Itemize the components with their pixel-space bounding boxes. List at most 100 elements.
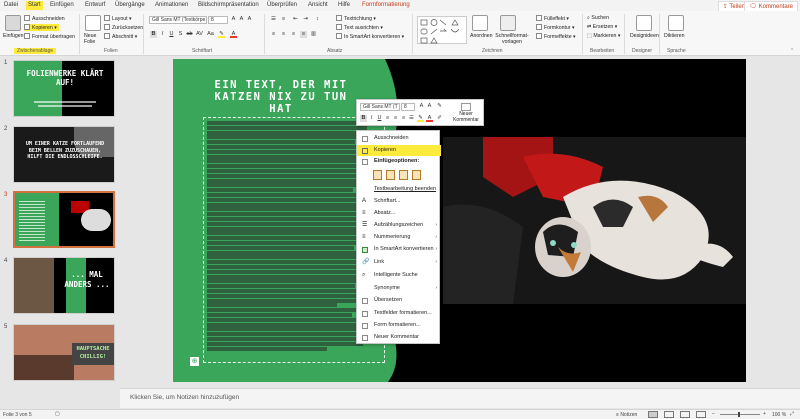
tab-review[interactable]: Überprüfen xyxy=(267,2,297,8)
mini-font-size-field[interactable]: 8 xyxy=(401,103,415,111)
tab-home[interactable]: Start xyxy=(26,1,43,10)
zoom-slider[interactable] xyxy=(720,414,760,415)
spellcheck-icon[interactable]: ▢ xyxy=(55,411,60,417)
decrease-indent-icon[interactable]: ⇤ xyxy=(292,16,299,23)
menu-format-shape[interactable]: Form formatieren... xyxy=(357,320,441,331)
shrink-font-icon[interactable]: A xyxy=(238,16,245,23)
menu-numbering[interactable]: ≡ Nummerierung › xyxy=(357,232,441,243)
menu-smart-lookup[interactable]: ⌕ Intelligente Suche xyxy=(357,270,441,281)
menu-synonyms[interactable]: Synonyme › xyxy=(357,283,441,294)
zoom-out-icon[interactable]: – xyxy=(712,411,715,417)
copy-button[interactable]: Kopieren ▾ xyxy=(24,24,59,31)
tab-design[interactable]: Entwurf xyxy=(85,2,105,8)
menu-bullets[interactable]: ☰ Aufzählungszeichen › xyxy=(357,220,441,231)
slide-sorter-icon[interactable] xyxy=(664,411,674,418)
format-painter-button[interactable]: Format übertragen xyxy=(24,33,75,40)
notes-placeholder[interactable]: Klicken Sie, um Notizen hinzuzufügen xyxy=(130,394,239,401)
spacing-icon[interactable]: AV xyxy=(196,31,203,38)
align-left-icon[interactable]: ≡ xyxy=(270,31,277,38)
collapse-ribbon-icon[interactable]: ⌃ xyxy=(790,48,794,54)
microphone-icon[interactable] xyxy=(668,15,684,31)
menu-link[interactable]: 🔗 Link › xyxy=(357,257,441,268)
zoom-in-icon[interactable]: + xyxy=(763,411,766,417)
menu-format-textbox[interactable]: Textfelder formatieren... xyxy=(357,308,441,319)
effects-button[interactable]: Formeffekte ▾ xyxy=(536,33,576,40)
notes-pane[interactable]: Klicken Sie, um Notizen hinzuzufügen xyxy=(120,388,800,408)
align-right-icon[interactable]: ≡ xyxy=(290,31,297,38)
menu-font[interactable]: A Schriftart... xyxy=(357,196,441,207)
cat-photo[interactable] xyxy=(443,137,746,304)
menu-paragraph[interactable]: ≡ Absatz... xyxy=(357,208,441,219)
slide-thumbnail-3[interactable] xyxy=(13,191,115,248)
mini-align-right-icon[interactable]: ≡ xyxy=(400,115,407,122)
paste-icon[interactable] xyxy=(5,15,21,31)
reading-view-icon[interactable] xyxy=(680,411,690,418)
menu-copy[interactable]: Kopieren xyxy=(357,145,441,156)
highlight-icon[interactable]: ✎ xyxy=(218,31,225,38)
increase-indent-icon[interactable]: ⇥ xyxy=(302,16,309,23)
dictate-button[interactable]: Diktieren xyxy=(664,33,684,39)
italic-icon[interactable]: I xyxy=(159,31,166,38)
mini-bullets-icon[interactable]: ☰ xyxy=(408,115,415,122)
tab-file[interactable]: Datei xyxy=(4,2,18,8)
quick-styles-button[interactable]: Schnellformat-vorlagen xyxy=(492,33,532,45)
tab-animations[interactable]: Animationen xyxy=(155,2,188,8)
notes-toggle[interactable]: ≡ Notizen xyxy=(616,412,637,418)
align-text-button[interactable]: Text ausrichten ▾ xyxy=(336,24,383,31)
paste-text-only-icon[interactable] xyxy=(412,170,421,180)
underline-icon[interactable]: U xyxy=(168,31,175,38)
tab-shape-format[interactable]: Formformatierung xyxy=(362,2,410,8)
tab-help[interactable]: Hilfe xyxy=(338,2,350,8)
mini-font-color-icon[interactable]: A xyxy=(426,115,433,122)
text-direction-button[interactable]: Textrichtung ▾ xyxy=(336,15,376,22)
mini-align-center-icon[interactable]: ≡ xyxy=(392,115,399,122)
fit-slide-icon[interactable]: ⤢ xyxy=(790,411,794,417)
bullets-icon[interactable]: ☰ xyxy=(270,16,277,23)
font-name-field[interactable]: Gill Sans MT (Textkörpe xyxy=(149,16,207,24)
mini-align-left-icon[interactable]: ≡ xyxy=(384,115,391,122)
slide-thumbnail-4[interactable]: ... MAL ANDERS ... xyxy=(13,257,115,314)
mini-grow-font-icon[interactable]: A xyxy=(418,103,425,110)
cut-button[interactable]: Ausschneiden xyxy=(24,15,65,22)
mini-shrink-font-icon[interactable]: A xyxy=(426,103,433,110)
new-slide-icon[interactable] xyxy=(85,15,101,31)
zoom-slider-thumb[interactable] xyxy=(738,412,740,417)
tab-view[interactable]: Ansicht xyxy=(308,2,328,8)
quick-styles-icon[interactable] xyxy=(500,15,516,31)
clear-format-icon[interactable]: A xyxy=(246,16,253,23)
mini-font-name-field[interactable]: Gill Sans MT (T xyxy=(360,103,400,111)
align-center-icon[interactable]: ≡ xyxy=(280,31,287,38)
section-button[interactable]: Abschnitt ▾ xyxy=(104,33,137,40)
grow-font-icon[interactable]: A xyxy=(230,16,237,23)
paste-picture-icon[interactable] xyxy=(399,170,408,180)
paste-destination-icon[interactable] xyxy=(386,170,395,180)
shapes-gallery[interactable] xyxy=(417,16,467,44)
shadow-icon[interactable]: S xyxy=(177,31,184,38)
menu-new-comment[interactable]: Neuer Kommentar xyxy=(357,332,441,343)
tab-slideshow[interactable]: Bildschirmpräsentation xyxy=(198,2,259,8)
mini-highlight-icon[interactable]: ✎ xyxy=(417,115,424,122)
menu-exit-edit[interactable]: Textbearbeitung beenden xyxy=(357,184,441,195)
font-size-field[interactable]: 8 xyxy=(208,16,228,24)
reset-button[interactable]: Zurücksetzen xyxy=(104,24,143,31)
bold-icon[interactable]: B xyxy=(150,31,157,38)
font-color-icon[interactable]: A xyxy=(230,31,237,38)
select-button[interactable]: ⬚ Markieren ▾ xyxy=(587,33,620,39)
numbering-icon[interactable]: ≡ xyxy=(280,16,287,23)
mini-format-icon[interactable]: ✐ xyxy=(436,115,443,122)
new-slide-button[interactable]: Neue Folie xyxy=(84,33,104,45)
tab-insert[interactable]: Einfügen xyxy=(50,2,74,8)
justify-icon[interactable]: ≡ xyxy=(300,31,307,38)
arrange-icon[interactable] xyxy=(472,15,488,31)
slideshow-icon[interactable] xyxy=(696,411,706,418)
slide-thumbnail-2[interactable]: UM EINER KATZE FORTLAUFEND BEIM BELLEN Z… xyxy=(13,126,115,183)
slide-thumbnail-1[interactable]: FOLIENWERKE KLÄRT AUF! xyxy=(13,60,115,117)
menu-translate[interactable]: Übersetzen xyxy=(357,295,441,306)
zoom-level[interactable]: 100 % xyxy=(772,412,786,418)
strikethrough-icon[interactable]: ab xyxy=(186,31,193,38)
layout-options-icon[interactable]: ⊕ xyxy=(190,357,199,366)
new-comment-icon[interactable] xyxy=(461,103,471,111)
replace-button[interactable]: ⇄ Ersetzen ▾ xyxy=(587,24,617,30)
case-icon[interactable]: Aa xyxy=(207,31,214,38)
columns-icon[interactable]: ▥ xyxy=(310,31,317,38)
